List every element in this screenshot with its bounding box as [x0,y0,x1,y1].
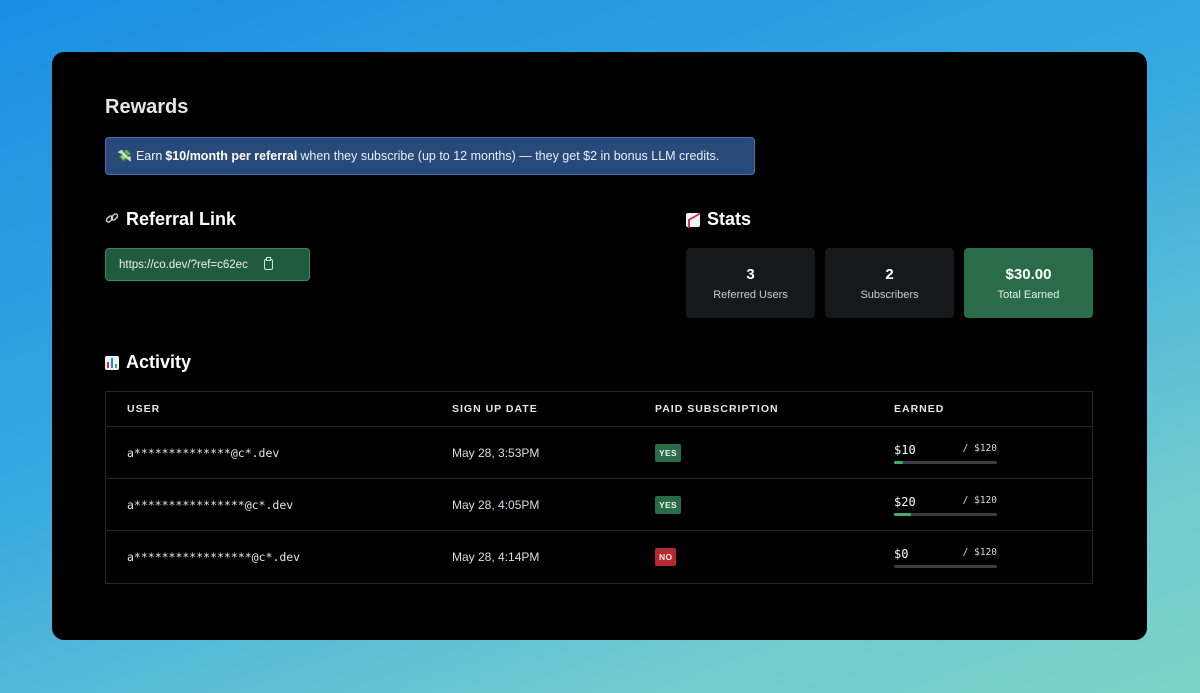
rewards-panel: Rewards 💸 Earn $10/month per referral wh… [52,52,1147,640]
banner-prefix: Earn [135,149,163,163]
earned-progress-bar [894,565,997,568]
earned-amount: $20 [894,495,916,509]
activity-heading: Activity [105,352,191,373]
stat-value: 2 [885,265,894,283]
earned-cap: / $120 [962,443,997,454]
referral-link-title: Referral Link [126,209,237,229]
row-user: a*****************@c*.dev [127,550,301,564]
row-signup-date: May 28, 4:14PM [452,550,540,564]
banner-suffix: when they subscribe (up to 12 months) — … [300,149,720,163]
bar-chart-icon [105,355,119,370]
column-header-earned: EARNED [894,403,945,415]
paid-status-badge: YES [655,443,681,462]
column-header-signup-date: SIGN UP DATE [452,403,538,415]
copy-icon[interactable] [263,257,273,270]
activity-title: Activity [126,352,192,372]
stat-subscribers: 2 Subscribers [825,248,954,318]
stats-title: Stats [707,209,752,229]
earned-cell: $0 / $120 [894,545,997,568]
earned-progress-bar [894,461,997,464]
page-title: Rewards [105,96,189,118]
paid-status-badge: NO [655,548,677,566]
stat-label: Total Earned [997,288,1060,301]
column-header-user: USER [127,403,161,415]
earned-progress-fill [894,513,912,516]
referral-url: https://co.dev/?ref=c62ec [119,258,248,271]
stat-value: $30.00 [1005,265,1052,283]
row-signup-date: May 28, 3:53PM [452,445,540,460]
earned-cap: / $120 [962,547,997,558]
earned-cap: / $120 [962,495,997,506]
row-user: a**************@c*.dev [127,445,280,460]
table-row: a**************@c*.dev May 28, 3:53PM YES $… [106,427,1092,479]
earned-amount: $0 [894,547,909,561]
chart-increasing-icon [686,212,700,227]
money-icon: 💸 [117,149,132,163]
activity-table: USER SIGN UP DATE PAID SUBSCRIPTION EARN… [105,391,1093,584]
link-icon [105,211,119,228]
stat-referred-users: 3 Referred Users [686,248,815,318]
banner-highlight: $10/month per referral [165,149,298,163]
referral-link-copy-button[interactable]: https://co.dev/?ref=c62ec [105,248,310,281]
referral-info-banner: 💸 Earn $10/month per referral when they … [105,137,755,175]
stats-heading: Stats [686,209,751,230]
row-signup-date: May 28, 4:05PM [452,497,540,512]
table-header: USER SIGN UP DATE PAID SUBSCRIPTION EARN… [106,392,1092,427]
earned-amount: $10 [894,443,916,457]
column-header-paid-subscription: PAID SUBSCRIPTION [655,403,779,415]
row-user: a****************@c*.dev [127,497,294,512]
table-row: a****************@c*.dev May 28, 4:05PM YE… [106,479,1092,531]
earned-cell: $20 / $120 [894,493,997,516]
earned-progress-fill [894,461,903,464]
earned-progress-bar [894,513,997,516]
paid-status-badge: YES [655,495,681,514]
stat-label: Subscribers [860,288,919,301]
stat-total-earned: $30.00 Total Earned [964,248,1093,318]
stat-value: 3 [746,265,755,283]
stat-label: Referred Users [713,288,788,301]
referral-link-heading: Referral Link [105,209,236,230]
table-row: a*****************@c*.dev May 28, 4:14PM N… [106,531,1092,583]
earned-cell: $10 / $120 [894,441,997,464]
